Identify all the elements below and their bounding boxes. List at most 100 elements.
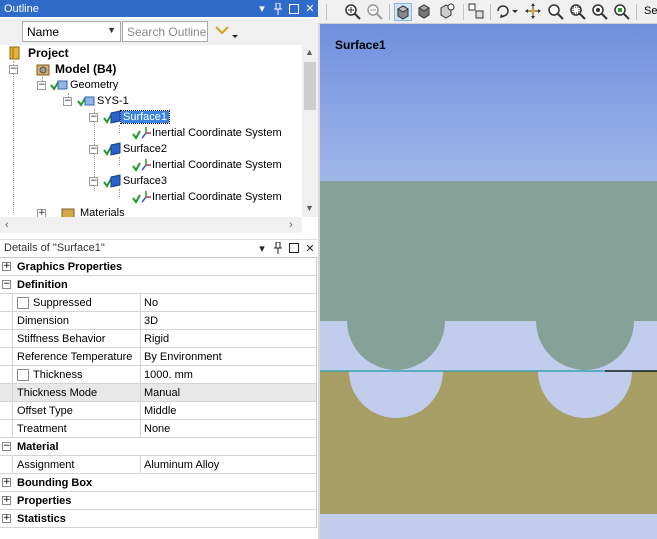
filter-select[interactable]: Name ▼ [22,21,121,42]
column-divider [140,348,141,366]
box-zoom-icon[interactable] [569,3,587,21]
geometry-icon [50,78,68,92]
collapse-toggle[interactable]: − [89,113,98,122]
property-value[interactable]: Manual [144,387,180,399]
tree-horizontal-scrollbar[interactable]: ‹ › [0,217,302,233]
dropdown-icon[interactable]: ▾ [254,1,270,17]
tree-item-label: Project [28,46,69,60]
property-row-suppressed[interactable]: Suppressed No [0,294,317,312]
tree-item-project[interactable]: Project [8,45,71,61]
tree-item-model[interactable]: Model (B4) [35,61,118,77]
pan-icon[interactable] [525,3,543,21]
collapse-toggle[interactable]: − [9,65,18,74]
tree-item-surface1[interactable]: Surface1 [103,109,171,125]
property-row-stiffness-behavior[interactable]: Stiffness Behavior Rigid [0,330,317,348]
property-value[interactable]: 3D [144,315,158,327]
tree-vertical-scrollbar[interactable]: ▲ ▼ [302,45,318,217]
collapse-toggle[interactable]: − [37,81,46,90]
tree-item-coordinate-system[interactable]: Inertial Coordinate System [132,189,284,205]
group-definition[interactable]: − Definition [0,276,317,294]
expand-toggle[interactable]: + [2,496,11,505]
zoom-out-icon[interactable] [366,3,384,21]
toolbar-separator [463,4,464,20]
property-value[interactable]: Middle [144,405,176,417]
scroll-down-icon[interactable]: ▼ [305,203,314,213]
scroll-up-icon[interactable]: ▲ [305,47,314,57]
tree-item-geometry[interactable]: Geometry [50,77,120,93]
maximize-icon[interactable] [286,240,302,256]
scroll-right-icon[interactable]: › [289,219,293,231]
property-value[interactable]: 1000. mm [144,369,193,381]
group-label: Properties [17,494,72,507]
select-mode-label[interactable]: Se [644,5,657,17]
tree-item-sys1[interactable]: SYS-1 [77,93,131,109]
column-divider [140,366,141,384]
filter-select-value: Name [27,24,60,39]
tree-item-surface3[interactable]: Surface3 [103,173,169,189]
edges-view-icon[interactable] [438,3,456,21]
collapse-toggle[interactable]: − [89,177,98,186]
property-row-thickness[interactable]: Thickness 1000. mm [0,366,317,384]
property-value[interactable]: None [144,423,170,435]
pin-icon[interactable] [270,240,286,256]
tree-item-materials[interactable]: Materials [60,205,127,217]
group-label: Graphics Properties [17,260,123,273]
group-statistics[interactable]: + Statistics [0,510,317,528]
shaded-exterior-icon[interactable] [394,3,412,21]
zoom-in-icon[interactable] [344,3,362,21]
maximize-icon[interactable] [286,1,302,17]
graphics-viewport[interactable]: Surface1 [320,24,657,539]
filter-options-button[interactable] [214,22,242,42]
zoom-to-fit-icon[interactable] [591,3,609,21]
toolbar-separator [326,4,327,20]
close-icon[interactable]: ✕ [302,1,318,17]
tree-item-label: Surface2 [123,143,168,155]
collapse-toggle[interactable]: − [2,280,11,289]
property-value[interactable]: By Environment [144,351,222,363]
property-row-reference-temperature[interactable]: Reference Temperature By Environment [0,348,317,366]
project-icon [8,46,24,60]
property-row-offset-type[interactable]: Offset Type Middle [0,402,317,420]
pin-icon[interactable] [270,1,286,17]
property-value[interactable]: Rigid [144,333,169,345]
search-outline-input[interactable] [122,21,208,42]
property-row-treatment[interactable]: Treatment None [0,420,317,438]
zoom-icon[interactable] [547,3,565,21]
thickness-parameter-checkbox[interactable] [17,369,29,381]
group-properties[interactable]: + Properties [0,492,317,510]
chevron-down-icon [215,26,238,38]
collapse-toggle[interactable]: − [89,145,98,154]
property-row-assignment[interactable]: Assignment Aluminum Alloy [0,456,317,474]
property-name: Offset Type [17,404,73,417]
details-grid: + Graphics Properties − Definition Suppr… [0,257,318,528]
expand-toggle[interactable]: + [2,514,11,523]
display-mode-icon[interactable] [468,3,486,21]
property-row-dimension[interactable]: Dimension 3D [0,312,317,330]
expand-toggle[interactable]: + [37,209,46,217]
scrollbar-thumb[interactable] [304,62,316,110]
property-value[interactable]: Aluminum Alloy [144,459,219,471]
property-row-thickness-mode[interactable]: Thickness Mode Manual [0,384,317,402]
tree-line [119,157,120,165]
scroll-left-icon[interactable]: ‹ [5,219,9,231]
group-material[interactable]: − Material [0,438,317,456]
close-icon[interactable]: ✕ [302,240,318,256]
expand-toggle[interactable]: + [2,262,11,271]
column-divider [140,312,141,330]
collapse-toggle[interactable]: − [2,442,11,451]
group-bounding-box[interactable]: + Bounding Box [0,474,317,492]
collapse-toggle[interactable]: − [63,97,72,106]
expand-toggle[interactable]: + [2,478,11,487]
tree-item-coordinate-system[interactable]: Inertial Coordinate System [132,125,284,141]
tree-item-surface2[interactable]: Surface2 [103,141,169,157]
property-value[interactable]: No [144,297,158,309]
magnifier-window-icon[interactable] [613,3,631,21]
dropdown-icon[interactable]: ▾ [254,240,270,256]
tree-item-coordinate-system[interactable]: Inertial Coordinate System [132,157,284,173]
solid-view-icon[interactable] [416,3,434,21]
gutter-divider [12,420,13,438]
group-graphics-properties[interactable]: + Graphics Properties [0,258,317,276]
suppressed-checkbox[interactable] [17,297,29,309]
tree-item-label: Inertial Coordinate System [152,159,282,171]
rotate-icon[interactable] [495,3,518,21]
